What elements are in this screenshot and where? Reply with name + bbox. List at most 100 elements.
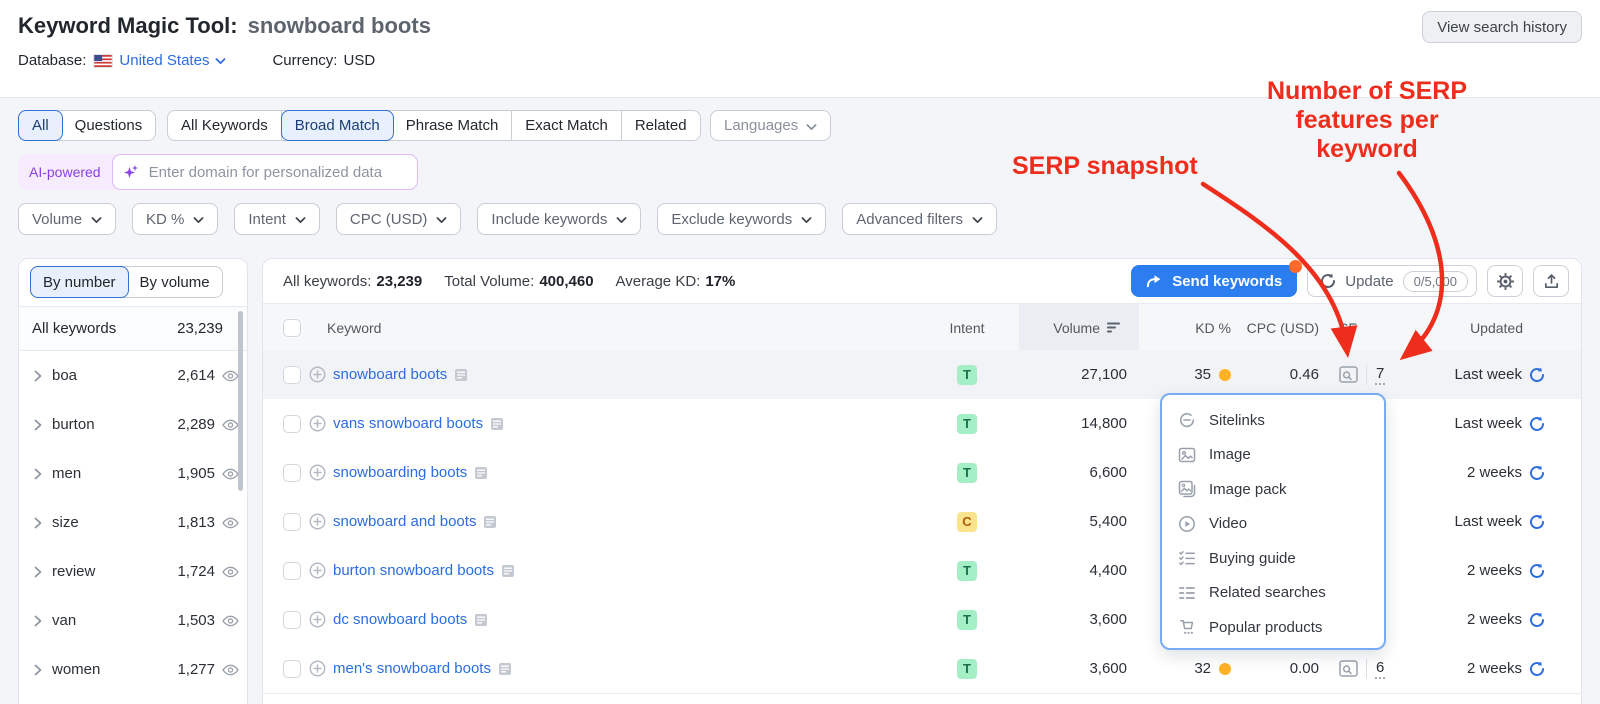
- chevron-right-icon[interactable]: [34, 615, 42, 627]
- serp-layout-icon[interactable]: [498, 662, 512, 676]
- chevron-right-icon[interactable]: [34, 664, 42, 676]
- tab-all-keywords[interactable]: All Keywords: [168, 111, 282, 140]
- view-search-history-button[interactable]: View search history: [1422, 11, 1582, 43]
- tab-broad-match[interactable]: Broad Match: [281, 110, 394, 141]
- group-row-burton[interactable]: burton 2,289: [19, 400, 247, 449]
- tab-related[interactable]: Related: [622, 111, 700, 140]
- settings-button[interactable]: [1487, 265, 1523, 297]
- eye-icon[interactable]: [222, 468, 239, 480]
- tab-all[interactable]: All: [18, 110, 63, 141]
- chevron-right-icon[interactable]: [34, 517, 42, 529]
- chevron-right-icon[interactable]: [34, 468, 42, 480]
- serp-layout-icon[interactable]: [454, 368, 468, 382]
- add-keyword-icon[interactable]: [309, 562, 326, 579]
- table-row[interactable]: men's snowboard boots T 3,600 32 0.00 6 …: [263, 644, 1581, 694]
- group-row-men[interactable]: men 1,905: [19, 449, 247, 498]
- column-header-cpc[interactable]: CPC (USD): [1247, 304, 1319, 351]
- refresh-icon[interactable]: [1529, 416, 1545, 432]
- tab-questions[interactable]: Questions: [62, 111, 156, 140]
- serp-layout-icon[interactable]: [474, 466, 488, 480]
- column-header-updated[interactable]: Updated: [1470, 304, 1523, 351]
- select-all-checkbox[interactable]: [283, 319, 301, 337]
- add-keyword-icon[interactable]: [309, 611, 326, 628]
- serp-layout-icon[interactable]: [483, 515, 497, 529]
- refresh-icon[interactable]: [1529, 367, 1545, 383]
- kd-filter-dropdown[interactable]: KD %: [132, 203, 218, 235]
- languages-dropdown[interactable]: Languages: [710, 110, 831, 141]
- sf-count[interactable]: 6: [1375, 659, 1385, 679]
- keyword-link[interactable]: dc snowboard boots: [333, 611, 467, 628]
- sidebar-scrollbar[interactable]: [238, 311, 243, 491]
- tab-exact-match[interactable]: Exact Match: [512, 111, 622, 140]
- add-keyword-icon[interactable]: [309, 513, 326, 530]
- serp-layout-icon[interactable]: [490, 417, 504, 431]
- group-row-van[interactable]: van 1,503: [19, 596, 247, 645]
- add-keyword-icon[interactable]: [309, 464, 326, 481]
- chevron-right-icon[interactable]: [34, 566, 42, 578]
- column-header-volume[interactable]: Volume: [1053, 304, 1121, 351]
- eye-icon[interactable]: [222, 566, 239, 578]
- advanced-filters-dropdown[interactable]: Advanced filters: [842, 203, 997, 235]
- serp-snapshot-icon[interactable]: [1339, 366, 1358, 383]
- eye-icon[interactable]: [222, 370, 239, 382]
- all-keywords-group[interactable]: All keywords 23,239: [19, 306, 247, 351]
- cpc-filter-dropdown[interactable]: CPC (USD): [336, 203, 462, 235]
- refresh-icon[interactable]: [1529, 514, 1545, 530]
- tab-phrase-match[interactable]: Phrase Match: [393, 111, 513, 140]
- row-checkbox[interactable]: [283, 415, 301, 433]
- keyword-link[interactable]: men's snowboard boots: [333, 660, 491, 677]
- row-checkbox[interactable]: [283, 464, 301, 482]
- serp-feature-label: Image: [1209, 446, 1251, 463]
- export-button[interactable]: [1533, 265, 1569, 297]
- group-row-boa[interactable]: boa 2,614: [19, 351, 247, 400]
- add-keyword-icon[interactable]: [309, 660, 326, 677]
- update-button[interactable]: Update 0/5,000: [1307, 265, 1477, 297]
- keyword-link[interactable]: snowboard boots: [333, 366, 447, 383]
- domain-input[interactable]: [147, 163, 407, 182]
- group-row-women[interactable]: women 1,277: [19, 645, 247, 694]
- by-volume-tab[interactable]: By volume: [128, 267, 222, 297]
- refresh-icon[interactable]: [1529, 612, 1545, 628]
- keyword-link[interactable]: snowboard and boots: [333, 513, 476, 530]
- chevron-down-icon: [436, 211, 447, 228]
- row-checkbox[interactable]: [283, 611, 301, 629]
- eye-icon[interactable]: [222, 664, 239, 676]
- serp-snapshot-icon[interactable]: [1339, 660, 1358, 677]
- keyword-link[interactable]: burton snowboard boots: [333, 562, 494, 579]
- intent-filter-dropdown[interactable]: Intent: [234, 203, 320, 235]
- add-keyword-icon[interactable]: [309, 415, 326, 432]
- eye-icon[interactable]: [222, 615, 239, 627]
- column-header-intent[interactable]: Intent: [937, 304, 997, 351]
- sf-count[interactable]: 7: [1375, 365, 1385, 385]
- refresh-icon[interactable]: [1529, 563, 1545, 579]
- column-label: CPC (USD): [1247, 320, 1319, 336]
- keyword-link[interactable]: vans snowboard boots: [333, 415, 483, 432]
- column-header-kd[interactable]: KD %: [1195, 304, 1231, 351]
- by-number-tab[interactable]: By number: [30, 266, 129, 298]
- send-keywords-button[interactable]: Send keywords: [1131, 265, 1297, 297]
- refresh-icon[interactable]: [1529, 465, 1545, 481]
- serp-feature-related-searches: Related searches: [1162, 576, 1384, 611]
- eye-icon[interactable]: [222, 517, 239, 529]
- exclude-keywords-dropdown[interactable]: Exclude keywords: [657, 203, 826, 235]
- eye-icon[interactable]: [222, 419, 239, 431]
- keyword-link[interactable]: snowboarding boots: [333, 464, 467, 481]
- column-header-sf[interactable]: SF: [1339, 304, 1357, 351]
- database-select[interactable]: United States: [93, 52, 226, 69]
- chevron-right-icon[interactable]: [34, 370, 42, 382]
- row-checkbox[interactable]: [283, 513, 301, 531]
- serp-layout-icon[interactable]: [474, 613, 488, 627]
- chevron-right-icon[interactable]: [34, 419, 42, 431]
- add-keyword-icon[interactable]: [309, 366, 326, 383]
- row-checkbox[interactable]: [283, 660, 301, 678]
- volume-filter-dropdown[interactable]: Volume: [18, 203, 116, 235]
- table-row[interactable]: snowboard boots T 27,100 35 0.46 7 Last …: [263, 350, 1581, 400]
- group-row-review[interactable]: review 1,724: [19, 547, 247, 596]
- group-row-size[interactable]: size 1,813: [19, 498, 247, 547]
- refresh-icon[interactable]: [1529, 661, 1545, 677]
- serp-layout-icon[interactable]: [501, 564, 515, 578]
- row-checkbox[interactable]: [283, 366, 301, 384]
- column-header-keyword[interactable]: Keyword: [327, 304, 381, 351]
- include-keywords-dropdown[interactable]: Include keywords: [477, 203, 641, 235]
- row-checkbox[interactable]: [283, 562, 301, 580]
